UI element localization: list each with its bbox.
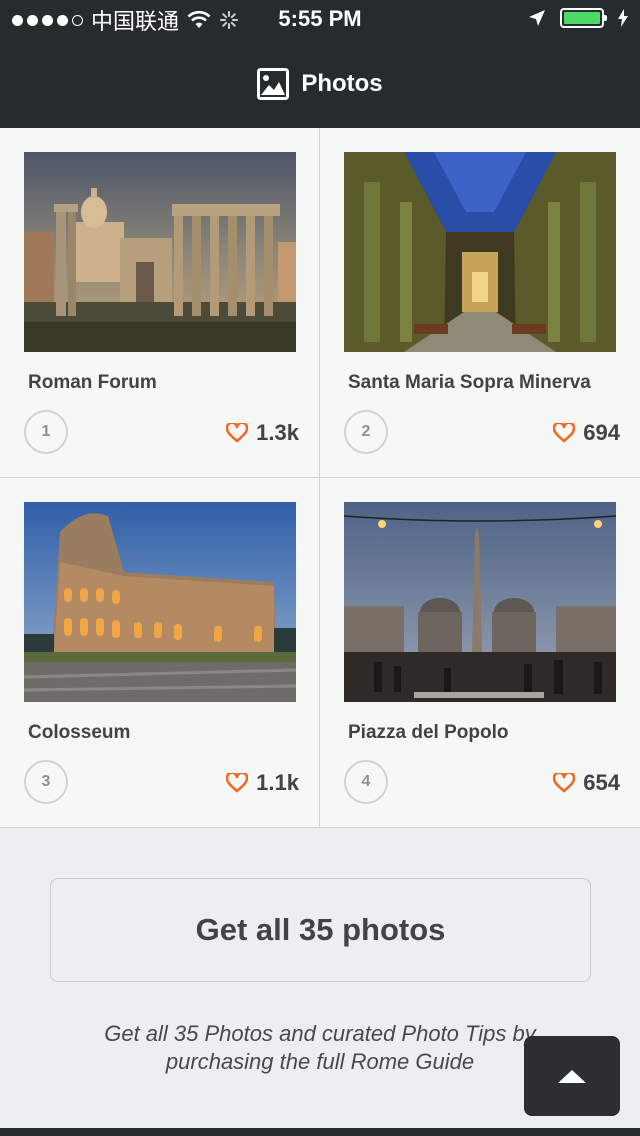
photo-icon	[257, 68, 290, 100]
heart-icon[interactable]	[553, 423, 576, 443]
charging-bolt-icon	[618, 9, 628, 27]
rank-badge: 1	[24, 410, 68, 454]
likes[interactable]: 654	[553, 770, 620, 796]
photo-title[interactable]: Piazza del Popolo	[348, 722, 508, 744]
caret-up-icon	[558, 1070, 586, 1083]
battery-icon	[560, 8, 607, 28]
likes[interactable]: 694	[553, 420, 620, 446]
scroll-to-top-button[interactable]	[524, 1036, 620, 1116]
get-all-photos-button[interactable]: Get all 35 photos	[50, 878, 591, 982]
status-bar: 中国联通 5:55 PM	[0, 0, 640, 40]
heart-icon[interactable]	[553, 773, 576, 793]
likes-count: 694	[583, 420, 620, 445]
photo-thumbnail[interactable]	[24, 502, 296, 702]
location-arrow-icon	[529, 10, 545, 26]
photo-grid: Roman Forum 1 1.3k Santa Maria Sopra Min…	[0, 128, 640, 828]
status-right	[528, 8, 628, 28]
bottom-bar	[0, 1128, 640, 1136]
rank-badge: 2	[344, 410, 388, 454]
photo-card-santa-maria-sopra-minerva[interactable]: Santa Maria Sopra Minerva 2 694	[320, 128, 640, 478]
page-title: Photos	[301, 70, 383, 97]
photo-card-colosseum[interactable]: Colosseum 3 1.1k	[0, 478, 320, 828]
rank-badge: 4	[344, 760, 388, 804]
likes[interactable]: 1.3k	[226, 420, 299, 446]
likes-count: 1.3k	[256, 420, 299, 445]
photo-card-roman-forum[interactable]: Roman Forum 1 1.3k	[0, 128, 320, 478]
photo-title[interactable]: Colosseum	[28, 722, 130, 744]
photo-title[interactable]: Santa Maria Sopra Minerva	[348, 372, 591, 394]
nav-bar: Photos	[0, 40, 640, 128]
photo-thumbnail[interactable]	[344, 152, 616, 352]
purchase-footnote: Get all 35 Photos and curated Photo Tips…	[104, 1021, 536, 1074]
photo-thumbnail[interactable]	[24, 152, 296, 352]
rank-badge: 3	[24, 760, 68, 804]
heart-icon[interactable]	[226, 773, 249, 793]
likes-count: 1.1k	[256, 770, 299, 795]
photo-thumbnail[interactable]	[344, 502, 616, 702]
likes[interactable]: 1.1k	[226, 770, 299, 796]
likes-count: 654	[583, 770, 620, 795]
heart-icon[interactable]	[226, 423, 249, 443]
photo-card-piazza-del-popolo[interactable]: Piazza del Popolo 4 654	[320, 478, 640, 828]
photo-title[interactable]: Roman Forum	[28, 372, 157, 394]
